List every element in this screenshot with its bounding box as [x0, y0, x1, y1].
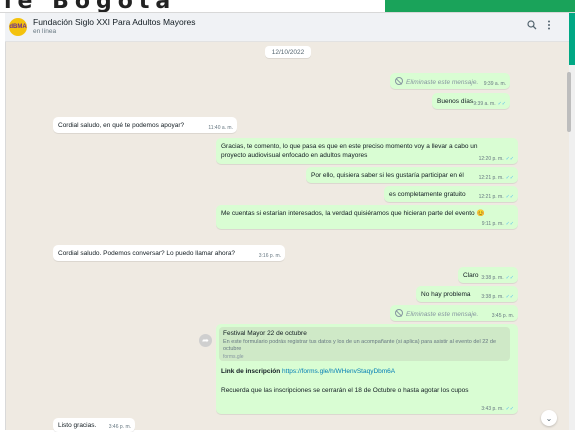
- message-deleted[interactable]: Eliminaste este mensaje. 9:39 a. m.: [390, 73, 510, 89]
- preview-site: forms.gle: [223, 354, 244, 360]
- message-text: Cordial saludo, en qué te podemos apoyar…: [58, 122, 185, 129]
- message-text: Por ello, quisiera saber si les gustaría…: [311, 172, 464, 179]
- message-outgoing[interactable]: Buenos días 9:39 a. m. ✓✓: [432, 93, 510, 109]
- message-time: 3:45 p. m.: [491, 313, 514, 319]
- message-time: 12:21 p. m.: [478, 194, 504, 200]
- double-check-icon: ✓✓: [505, 294, 514, 300]
- message-time: 12:21 p. m.: [478, 175, 504, 181]
- accent-strip: [569, 13, 575, 65]
- message-outgoing[interactable]: Gracias, te comento, lo que pasa es que …: [216, 138, 518, 164]
- message-meta: 3:43 p. m. ✓✓: [481, 406, 514, 412]
- ban-icon: [395, 309, 403, 317]
- message-time: 3:43 p. m.: [481, 406, 504, 412]
- banner-text: le Bogotá: [4, 0, 176, 12]
- link-preview[interactable]: Festival Mayor 22 de octubre En este for…: [219, 327, 510, 361]
- message-meta: 9:39 a. m. ✓✓: [473, 101, 506, 107]
- chevron-down-icon[interactable]: ⌄: [541, 410, 557, 426]
- message-outgoing[interactable]: Por ello, quisiera saber si les gustaría…: [306, 167, 518, 183]
- double-check-icon: ✓✓: [505, 406, 514, 412]
- message-time: 9:39 a. m.: [483, 81, 506, 87]
- preview-title: Festival Mayor 22 de octubre: [223, 330, 307, 337]
- forward-icon[interactable]: ➦: [199, 334, 212, 347]
- message-outgoing[interactable]: Claro 3:38 p. m. ✓✓: [458, 267, 518, 283]
- message-incoming[interactable]: Cordial saludo. Podemos conversar? Lo pu…: [53, 245, 285, 261]
- message-text: Eliminaste este mensaje.: [406, 79, 479, 86]
- link-line: Link de inscripción https://forms.gle/h/…: [221, 368, 395, 375]
- contact-name[interactable]: Fundación Siglo XXI Para Adultos Mayores: [33, 17, 196, 27]
- date-chip: 12/10/2022: [265, 46, 311, 58]
- double-check-icon: ✓✓: [505, 194, 514, 200]
- contact-status: en línea: [33, 28, 57, 35]
- message-text: Claro: [463, 272, 479, 279]
- message-incoming[interactable]: Cordial saludo, en qué te podemos apoyar…: [53, 117, 237, 133]
- message-text: Gracias, te comento, lo que pasa es que …: [221, 143, 478, 159]
- message-outgoing[interactable]: No hay problema 3:38 p. m. ✓✓: [416, 286, 518, 302]
- double-check-icon: ✓✓: [505, 156, 514, 162]
- message-meta: 9:11 p. m. ✓✓: [482, 221, 514, 227]
- message-text: Recuerda que las inscripciones se cerrar…: [221, 387, 469, 394]
- message-time: 9:39 a. m.: [473, 101, 496, 107]
- deleted-text-wrap: Eliminaste este mensaje.: [395, 309, 478, 319]
- deleted-text-wrap: Eliminaste este mensaje.: [395, 77, 478, 87]
- message-time: 12:20 p. m.: [478, 156, 504, 162]
- message-time: 3:16 p. m.: [258, 253, 281, 259]
- message-time: 11:40 a. m.: [208, 125, 233, 131]
- link-label: Link de inscripción: [221, 368, 281, 375]
- browser-banner: le Bogotá: [0, 0, 575, 12]
- message-time: 3:38 p. m.: [481, 294, 504, 300]
- message-link[interactable]: Festival Mayor 22 de octubre En este for…: [216, 324, 518, 414]
- message-meta: 12:20 p. m. ✓✓: [479, 156, 514, 162]
- message-meta: 3:38 p. m. ✓✓: [481, 294, 514, 300]
- message-outgoing[interactable]: es completamente gratuito 12:21 p. m. ✓✓: [384, 186, 518, 202]
- message-text: Buenos días: [437, 98, 474, 105]
- message-text: Eliminaste este mensaje.: [406, 311, 479, 318]
- message-text: No hay problema: [421, 291, 471, 298]
- message-deleted[interactable]: Eliminaste este mensaje. 3:45 p. m.: [390, 305, 518, 321]
- message-text: Cordial saludo. Podemos conversar? Lo pu…: [58, 250, 236, 257]
- search-icon[interactable]: [527, 20, 537, 33]
- whatsapp-app: dBMA Fundación Siglo XXI Para Adultos Ma…: [0, 12, 575, 432]
- double-check-icon: ✓✓: [497, 101, 506, 107]
- message-meta: 3:38 p. m. ✓✓: [481, 275, 514, 281]
- message-list[interactable]: 12/10/2022 Eliminaste este mensaje. 9:39…: [5, 42, 571, 432]
- message-meta: 12:21 p. m. ✓✓: [479, 175, 514, 181]
- chat-header[interactable]: dBMA Fundación Siglo XXI Para Adultos Ma…: [5, 13, 569, 42]
- link-url[interactable]: https://forms.gle/h/WHenvStaqyDbm6A: [282, 368, 395, 375]
- message-text: es completamente gratuito: [389, 191, 466, 198]
- message-meta: 12:21 p. m. ✓✓: [479, 194, 514, 200]
- double-check-icon: ✓✓: [505, 221, 514, 227]
- banner-accent: [385, 0, 575, 12]
- scrollbar[interactable]: [567, 72, 571, 132]
- ban-icon: [395, 77, 403, 85]
- double-check-icon: ✓✓: [505, 275, 514, 281]
- search-icon-graphic: [527, 20, 537, 30]
- message-time: 9:11 p. m.: [481, 221, 504, 227]
- message-incoming[interactable]: Listo gracias. 3:46 p. m.: [53, 418, 135, 432]
- double-check-icon: ✓✓: [505, 175, 514, 181]
- preview-description: En este formulario podrás registrar tus …: [223, 339, 497, 352]
- kebab-menu-icon[interactable]: [547, 20, 551, 33]
- message-text: Me cuentas si estarían interesados, la v…: [221, 210, 485, 217]
- message-time: 3:46 p. m.: [108, 424, 131, 430]
- kebab-menu-icon-graphic: [548, 20, 550, 30]
- avatar[interactable]: dBMA: [9, 18, 27, 36]
- message-time: 3:38 p. m.: [481, 275, 504, 281]
- message-outgoing[interactable]: Me cuentas si estarían interesados, la v…: [216, 205, 518, 229]
